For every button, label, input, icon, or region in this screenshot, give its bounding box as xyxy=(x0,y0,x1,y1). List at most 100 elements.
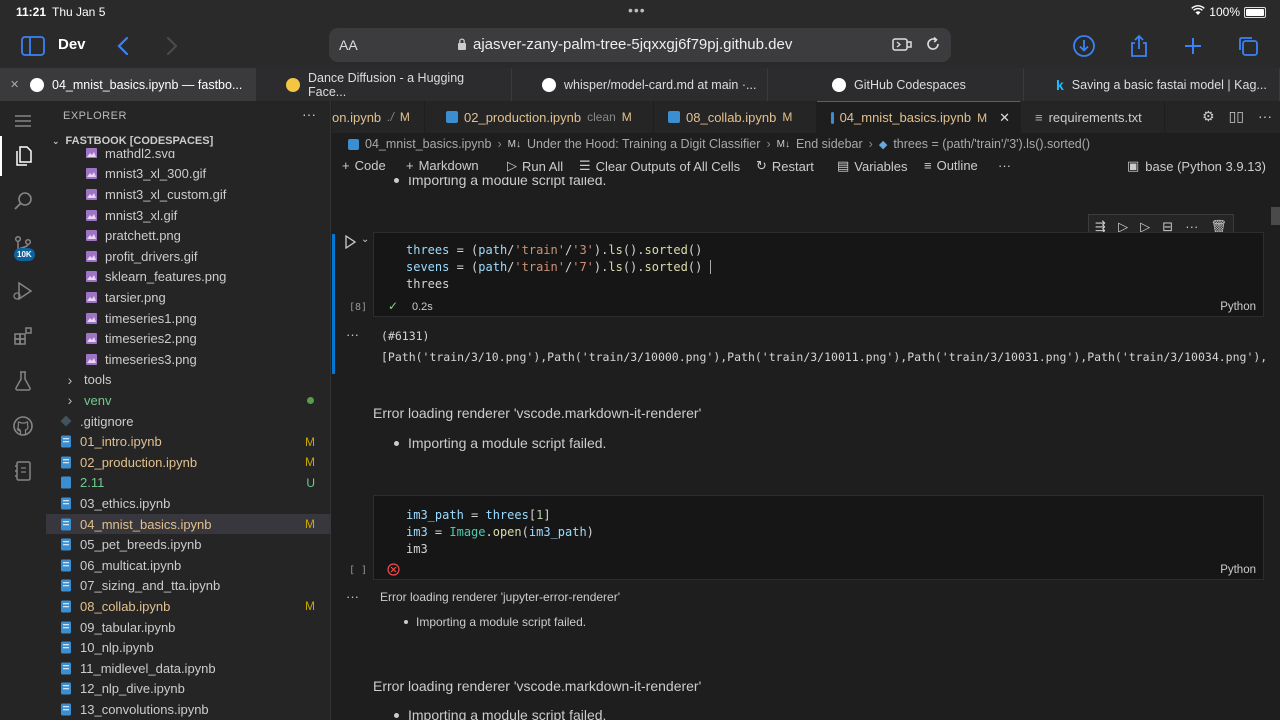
error-bullet: Importing a module script failed. xyxy=(394,707,606,720)
git-status-badge: U xyxy=(306,475,315,490)
close-tab-icon[interactable]: ✕ xyxy=(10,78,19,91)
kernel-picker[interactable]: ▣ base (Python 3.9.13) xyxy=(1127,158,1266,174)
add-markdown-button[interactable]: + Markdown xyxy=(406,158,479,173)
breadcrumb-file[interactable]: 04_mnist_basics.ipynb xyxy=(365,137,491,151)
file-tree-item[interactable]: tarsier.png xyxy=(46,287,331,308)
run-cell-icon[interactable] xyxy=(344,234,357,254)
editor-tab-2[interactable]: 02_production.ipynb clean M xyxy=(432,101,654,133)
file-tree-item[interactable]: pratchett.png xyxy=(46,225,331,246)
sidebar-toggle-icon[interactable] xyxy=(19,32,47,60)
file-tree-item[interactable]: timeseries1.png xyxy=(46,308,331,329)
file-tree-item[interactable]: mathdl2.svg xyxy=(46,148,331,158)
text-size-button[interactable]: AA xyxy=(339,37,358,53)
file-tree-item[interactable]: 10_nlp.ipynb xyxy=(46,637,331,658)
close-icon[interactable]: ✕ xyxy=(999,110,1010,126)
file-tree-item[interactable]: 06_multicat.ipynb xyxy=(46,555,331,576)
file-tree-item[interactable]: 03_ethics.ipynb xyxy=(46,493,331,514)
file-tree-item[interactable]: 01_intro.ipynb M xyxy=(46,431,331,452)
file-tree-item[interactable]: 04_mnist_basics.ipynb M xyxy=(46,513,331,535)
outline-button[interactable]: ≡ Outline xyxy=(924,158,978,173)
breadcrumb-section[interactable]: Under the Hood: Training a Digit Classif… xyxy=(527,137,760,151)
file-tree-item[interactable]: .gitignore xyxy=(46,411,331,432)
code-cell[interactable]: im3_path = threes[1] im3 = Image.open(im… xyxy=(373,495,1264,580)
jupyter-icon[interactable] xyxy=(0,451,46,491)
search-icon[interactable] xyxy=(0,181,46,221)
output-actions-icon[interactable]: ··· xyxy=(346,327,359,342)
file-tree-item[interactable]: 08_collab.ipynb M xyxy=(46,596,331,617)
editor-tab-title: 08_collab.ipynb xyxy=(686,109,777,125)
browser-tab-2[interactable]: Dance Diffusion - a Hugging Face... xyxy=(256,68,512,101)
more-actions-icon[interactable]: ··· xyxy=(998,158,1011,173)
gear-icon[interactable]: ⚙ xyxy=(1202,108,1215,125)
browser-tab-4[interactable]: GitHub Codespaces xyxy=(768,68,1024,101)
run-all-button[interactable]: ▷ Run All xyxy=(507,158,563,174)
testing-icon[interactable] xyxy=(0,361,46,401)
run-debug-icon[interactable] xyxy=(0,271,46,311)
split-editor-icon[interactable]: ▯▯ xyxy=(1229,108,1244,125)
variables-button[interactable]: ▤ Variables xyxy=(837,158,908,174)
browser-tab-title: Dance Diffusion - a Hugging Face... xyxy=(308,70,465,99)
file-tree-item[interactable]: › tools xyxy=(46,370,331,391)
file-tree-item[interactable]: 09_tabular.ipynb xyxy=(46,617,331,638)
scrollbar[interactable] xyxy=(1271,207,1280,225)
file-tree-item[interactable]: profit_drivers.gif xyxy=(46,246,331,267)
file-tree-item[interactable]: 2.11 U xyxy=(46,473,331,494)
file-tree-item[interactable]: 02_production.ipynb M xyxy=(46,452,331,473)
extensions-icon[interactable] xyxy=(0,316,46,356)
url-text[interactable]: ajasver-zany-palm-tree-5jqxxgj6f79pj.git… xyxy=(473,36,792,53)
multitasking-dots-icon[interactable]: ••• xyxy=(628,2,646,18)
restart-button[interactable]: ↻ Restart xyxy=(756,158,814,174)
lock-icon xyxy=(457,38,467,56)
file-tree-item[interactable]: mnist3_xl.gif xyxy=(46,205,331,226)
downloads-icon[interactable] xyxy=(1070,32,1098,60)
tab-overview-icon[interactable] xyxy=(1234,32,1262,60)
back-icon[interactable] xyxy=(109,32,137,60)
file-tree-item[interactable]: 13_convolutions.ipynb xyxy=(46,699,331,720)
chevron-down-icon[interactable]: ⌄ xyxy=(361,234,369,245)
file-tree-item[interactable]: › venv xyxy=(46,390,331,411)
reload-icon[interactable] xyxy=(925,36,941,57)
address-bar[interactable]: AA ajasver-zany-palm-tree-5jqxxgj6f79pj.… xyxy=(329,28,951,62)
file-tree-item[interactable]: 11_midlevel_data.ipynb xyxy=(46,658,331,679)
workspace-section[interactable]: ⌄ FASTBOOK [CODESPACES] xyxy=(52,135,213,147)
breadcrumb-cell[interactable]: threes = (path/'train'/'3').ls().sorted(… xyxy=(893,137,1090,151)
editor-tab-path: ./ xyxy=(387,110,394,124)
editor-tab-5[interactable]: ≡ requirements.txt xyxy=(1021,101,1165,133)
more-actions-icon[interactable]: ··· xyxy=(1258,108,1272,125)
notebook-file-icon xyxy=(59,455,73,469)
output-actions-icon[interactable]: ··· xyxy=(346,589,359,604)
menu-icon[interactable] xyxy=(0,101,46,141)
code-cell[interactable]: threes = (path/'train'/'3').ls().sorted(… xyxy=(373,232,1264,317)
image-file-icon xyxy=(84,290,98,304)
wifi-icon xyxy=(1191,5,1206,19)
browser-tab-1[interactable]: ✕ 04_mnist_basics.ipynb — fastbo... xyxy=(0,68,256,101)
file-tree-item[interactable]: sklearn_features.png xyxy=(46,267,331,288)
share-icon[interactable] xyxy=(1125,32,1153,60)
file-tree-item[interactable]: timeseries2.png xyxy=(46,328,331,349)
breadcrumb-subsection[interactable]: End sidebar xyxy=(796,137,863,151)
browser-tab-3[interactable]: whisper/model-card.md at main ·... xyxy=(512,68,768,101)
file-tree-item[interactable]: timeseries3.png xyxy=(46,349,331,370)
extensions-icon[interactable] xyxy=(892,36,912,57)
forward-icon[interactable] xyxy=(158,32,186,60)
cell-language[interactable]: Python xyxy=(1220,564,1256,576)
file-tree-item[interactable]: 12_nlp_dive.ipynb xyxy=(46,679,331,700)
activity-bar: 10K xyxy=(0,101,46,720)
github-favicon-icon xyxy=(832,77,846,92)
add-code-button[interactable]: + Code xyxy=(342,158,386,173)
more-actions-icon[interactable]: ··· xyxy=(302,106,316,122)
new-tab-icon[interactable] xyxy=(1179,32,1207,60)
file-tree-item[interactable]: 07_sizing_and_tta.ipynb xyxy=(46,576,331,597)
file-tree-item[interactable]: mnist3_xl_300.gif xyxy=(46,164,331,185)
editor-tab-1[interactable]: on.ipynb ./ M xyxy=(332,101,425,133)
file-tree-item[interactable]: 05_pet_breeds.ipynb xyxy=(46,534,331,555)
tab-group-label[interactable]: Dev xyxy=(58,36,86,53)
github-icon[interactable] xyxy=(0,406,46,446)
clear-outputs-button[interactable]: ☰ Clear Outputs of All Cells xyxy=(579,158,740,174)
cell-language[interactable]: Python xyxy=(1220,301,1256,313)
browser-tab-5[interactable]: k Saving a basic fastai model | Kag... xyxy=(1024,68,1280,101)
file-tree-item[interactable]: mnist3_xl_custom.gif xyxy=(46,184,331,205)
editor-tab-3[interactable]: 08_collab.ipynb M xyxy=(654,101,817,133)
explorer-icon[interactable] xyxy=(0,136,46,176)
editor-tab-active[interactable]: 04_mnist_basics.ipynb M ✕ xyxy=(817,101,1021,133)
